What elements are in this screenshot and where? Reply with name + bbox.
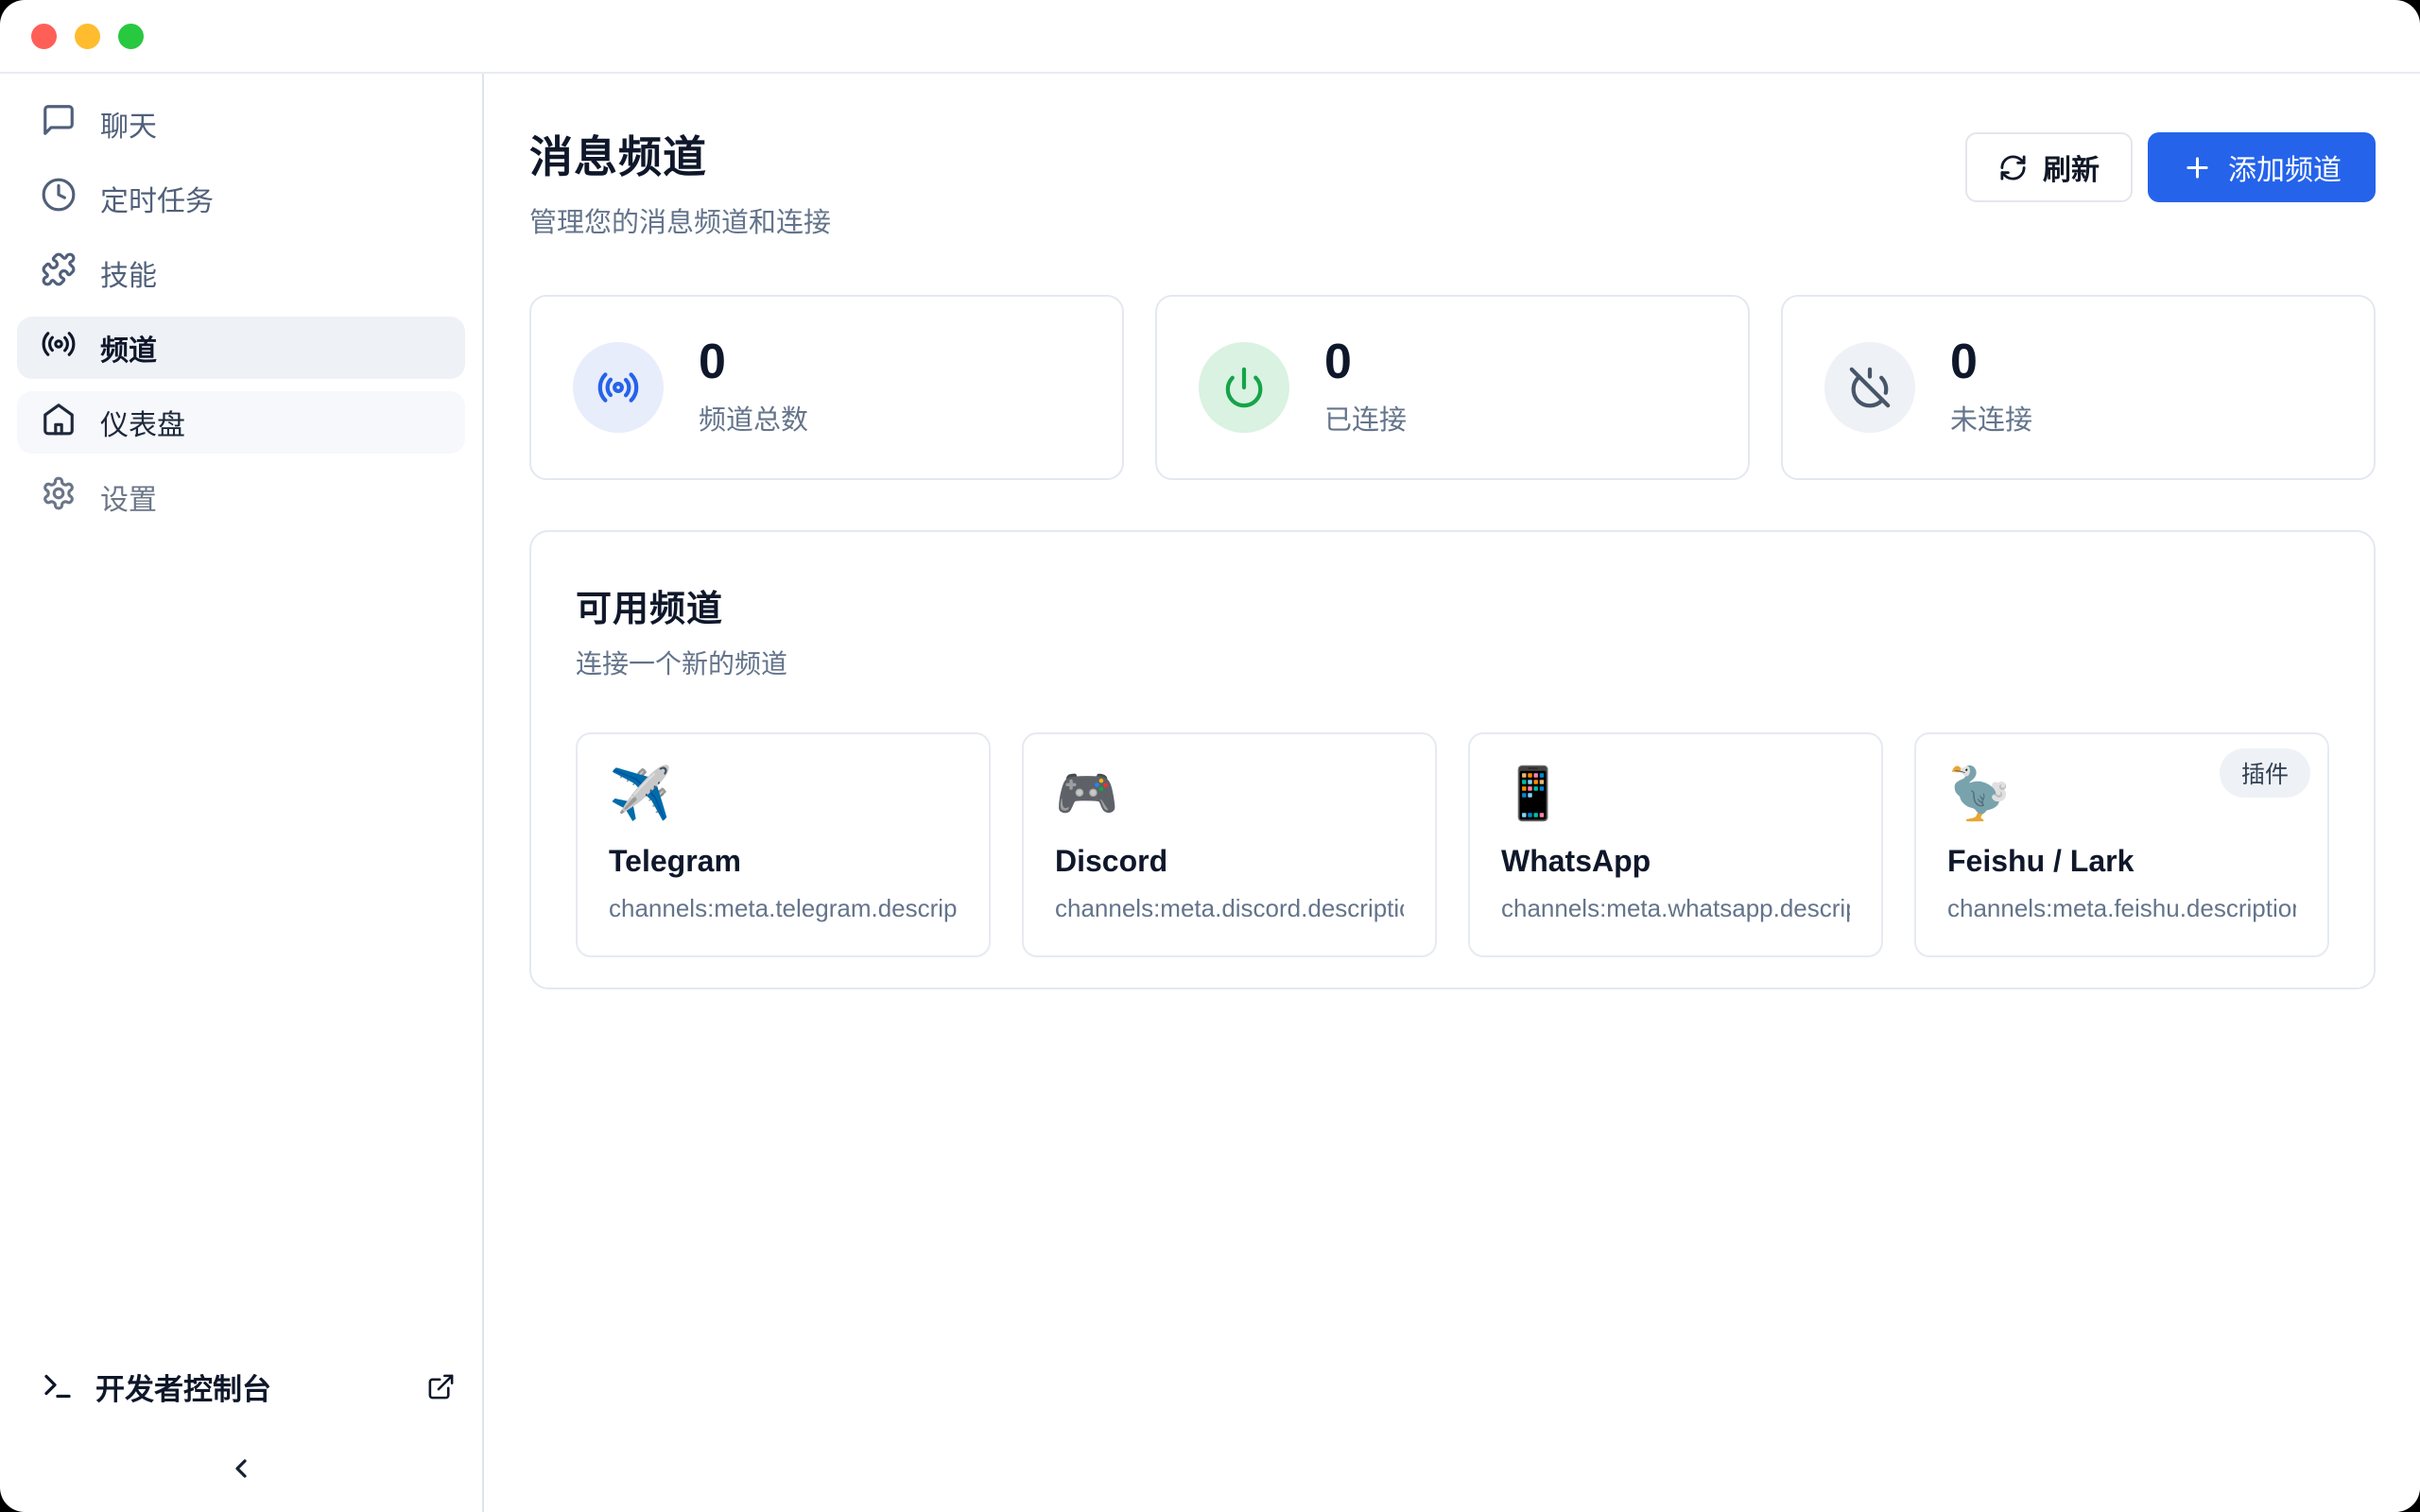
broadcast-icon xyxy=(41,326,77,369)
gear-icon xyxy=(41,475,77,519)
channel-card-whatsapp[interactable]: 📱 WhatsApp channels:meta.whatsapp.descri… xyxy=(1468,732,1883,957)
plus-icon xyxy=(2182,152,2213,183)
channel-card-feishu[interactable]: 插件 🦤 Feishu / Lark channels:meta.feishu.… xyxy=(1914,732,2329,957)
sidebar-item-dashboard[interactable]: 仪表盘 xyxy=(17,391,465,454)
developer-console-link[interactable]: 开发者控制台 xyxy=(17,1363,465,1410)
channel-card-telegram[interactable]: ✈️ Telegram channels:meta.telegram.descr… xyxy=(576,732,991,957)
sidebar-footer: 开发者控制台 xyxy=(17,1363,465,1474)
minimize-window-button[interactable] xyxy=(75,24,100,49)
channel-description: channels:meta.telegram.descript xyxy=(609,894,958,923)
panel-title: 可用频道 xyxy=(576,579,2329,631)
gamepad-emoji-icon: 🎮 xyxy=(1055,765,1404,823)
channel-grid: ✈️ Telegram channels:meta.telegram.descr… xyxy=(576,732,2329,957)
channel-description: channels:meta.discord.descriptic xyxy=(1055,894,1404,923)
chat-icon xyxy=(41,102,77,146)
add-channel-button[interactable]: 添加频道 xyxy=(2148,132,2376,202)
sidebar: 聊天 定时任务 技能 频道 xyxy=(0,74,484,1512)
channel-name: Discord xyxy=(1055,844,1404,879)
stat-card-connected: 0 已连接 xyxy=(1155,295,1750,480)
app-window: 聊天 定时任务 技能 频道 xyxy=(0,0,2420,1512)
stat-value: 0 xyxy=(1950,337,2032,387)
external-link-icon[interactable] xyxy=(426,1372,456,1401)
stat-value: 0 xyxy=(1324,337,1407,387)
home-icon xyxy=(41,401,77,444)
sidebar-item-scheduled-tasks[interactable]: 定时任务 xyxy=(17,167,465,230)
channel-description: channels:meta.feishu.description xyxy=(1947,894,2296,923)
sidebar-item-skills[interactable]: 技能 xyxy=(17,242,465,304)
power-icon xyxy=(1199,342,1289,433)
refresh-button[interactable]: 刷新 xyxy=(1965,132,2133,202)
zoom-window-button[interactable] xyxy=(118,24,144,49)
channel-name: Feishu / Lark xyxy=(1947,844,2296,879)
main-content: 消息频道 管理您的消息频道和连接 刷新 添加频道 xyxy=(484,74,2420,1512)
clock-icon xyxy=(41,177,77,220)
stat-card-total-channels: 0 频道总数 xyxy=(529,295,1124,480)
stat-label: 已连接 xyxy=(1324,398,1407,438)
stat-value: 0 xyxy=(699,337,808,387)
sidebar-item-chat[interactable]: 聊天 xyxy=(17,93,465,155)
sidebar-item-channels[interactable]: 频道 xyxy=(17,317,465,379)
sidebar-item-settings[interactable]: 设置 xyxy=(17,466,465,528)
broadcast-icon xyxy=(573,342,664,433)
panel-subtitle: 连接一个新的频道 xyxy=(576,644,2329,681)
mobile-phone-emoji-icon: 📱 xyxy=(1501,765,1850,823)
sidebar-item-label: 仪表盘 xyxy=(100,402,185,443)
sidebar-item-label: 设置 xyxy=(100,476,157,518)
collapse-sidebar-button[interactable] xyxy=(226,1453,256,1484)
puzzle-icon xyxy=(41,251,77,295)
available-channels-panel: 可用频道 连接一个新的频道 ✈️ Telegram channels:meta.… xyxy=(529,530,2376,989)
power-off-icon xyxy=(1824,342,1915,433)
titlebar xyxy=(0,0,2420,74)
page-header: 消息频道 管理您的消息频道和连接 刷新 添加频道 xyxy=(529,123,2376,240)
page-subtitle: 管理您的消息频道和连接 xyxy=(529,200,831,240)
channel-name: Telegram xyxy=(609,844,958,879)
channel-name: WhatsApp xyxy=(1501,844,1850,879)
sidebar-item-label: 频道 xyxy=(100,327,157,369)
developer-console-label: 开发者控制台 xyxy=(95,1366,271,1408)
close-window-button[interactable] xyxy=(31,24,57,49)
stat-card-disconnected: 0 未连接 xyxy=(1781,295,2376,480)
refresh-icon xyxy=(1998,153,2028,182)
sidebar-item-label: 定时任务 xyxy=(100,178,214,219)
channel-description: channels:meta.whatsapp.descrip xyxy=(1501,894,1850,923)
sidebar-item-label: 聊天 xyxy=(100,103,157,145)
sidebar-item-label: 技能 xyxy=(100,252,157,294)
stat-label: 未连接 xyxy=(1950,398,2032,438)
channel-card-discord[interactable]: 🎮 Discord channels:meta.discord.descript… xyxy=(1022,732,1437,957)
plugin-badge: 插件 xyxy=(2220,748,2310,798)
page-title: 消息频道 xyxy=(529,123,831,185)
stat-label: 频道总数 xyxy=(699,398,808,438)
stats-row: 0 频道总数 0 已连接 xyxy=(529,295,2376,480)
terminal-icon xyxy=(41,1369,75,1403)
airplane-emoji-icon: ✈️ xyxy=(609,765,958,823)
